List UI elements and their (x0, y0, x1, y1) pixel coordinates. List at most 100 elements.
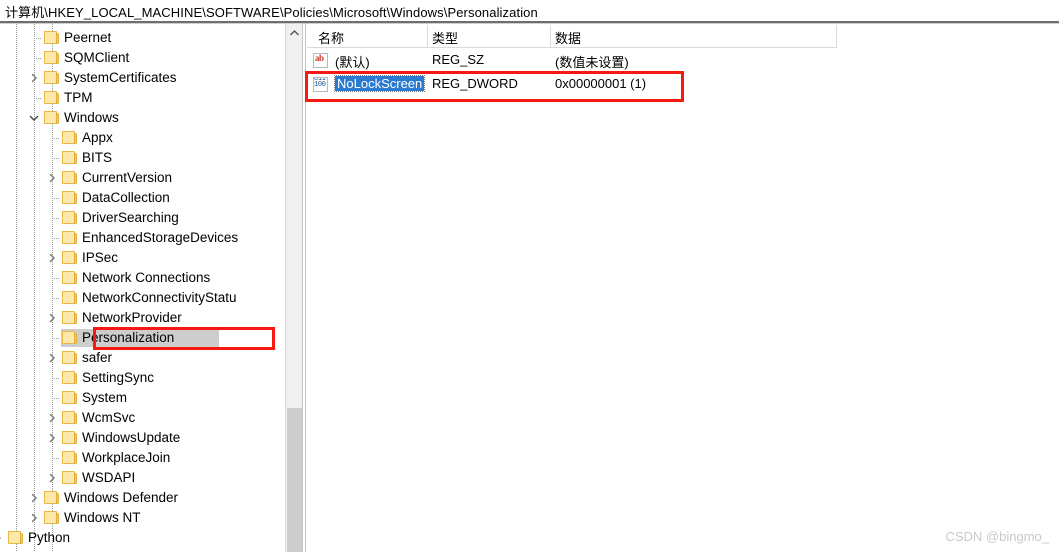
tree-item-label: System (82, 390, 128, 405)
tree-item-windows-defender[interactable]: Windows Defender (0, 488, 284, 508)
column-header-data[interactable]: 数据 (555, 28, 581, 47)
tree-item-python[interactable]: Python (0, 528, 284, 548)
tree-guide-stub (52, 338, 60, 339)
tree-item-system[interactable]: System (0, 388, 284, 408)
address-bar[interactable]: 计算机\HKEY_LOCAL_MACHINE\SOFTWARE\Policies… (0, 0, 1059, 21)
tree-item-label: WorkplaceJoin (82, 450, 171, 465)
tree-item-settingsync[interactable]: SettingSync (0, 368, 284, 388)
value-name[interactable]: (默认) (335, 52, 370, 71)
column-divider[interactable] (427, 25, 428, 47)
folder-icon (62, 291, 77, 304)
chevron-right-icon[interactable] (0, 533, 3, 543)
tree-item-label: Windows NT (64, 510, 141, 525)
tree-item-peernet[interactable]: Peernet (0, 28, 284, 48)
tree-vertical-scrollbar[interactable] (285, 24, 302, 552)
folder-icon (62, 191, 77, 204)
tree-item-sqmclient[interactable]: SQMClient (0, 48, 284, 68)
tree-item-personalization[interactable]: Personalization (0, 328, 284, 348)
tree-item-label: SystemCertificates (64, 70, 177, 85)
tree-item-wcmsvc[interactable]: WcmSvc (0, 408, 284, 428)
folder-icon (44, 51, 59, 64)
tree-guide-stub (52, 398, 60, 399)
tree-item-label: Personalization (82, 330, 175, 345)
registry-key-tree[interactable]: Peernet SQMClient SystemCertificates TPM Win… (0, 24, 284, 552)
tree-item-label: WSDAPI (82, 470, 136, 485)
tree-item-label: SQMClient (64, 50, 130, 65)
string-value-icon-label: ab (315, 53, 324, 63)
string-value-icon: ab (313, 53, 328, 68)
tree-item-label: CurrentVersion (82, 170, 173, 185)
value-row[interactable]: 011 100 NoLockScreen REG_DWORD 0x00000001 (1… (307, 74, 1059, 95)
folder-icon (44, 71, 59, 84)
chevron-right-icon[interactable] (47, 313, 57, 323)
scrollbar-thumb[interactable] (287, 408, 302, 552)
tree-item-windowsupdate[interactable]: WindowsUpdate (0, 428, 284, 448)
tree-item-networkconnectivitystatu[interactable]: NetworkConnectivityStatu (0, 288, 284, 308)
folder-icon (44, 31, 59, 44)
value-name[interactable]: NoLockScreen (333, 75, 426, 92)
folder-icon (62, 131, 77, 144)
tree-item-windows[interactable]: Windows (0, 108, 284, 128)
chevron-right-icon[interactable] (29, 493, 39, 503)
folder-icon (62, 371, 77, 384)
tree-guide-stub (52, 278, 60, 279)
tree-guide-stub (52, 238, 60, 239)
tree-item-label: Windows Defender (64, 490, 179, 505)
tree-item-label: NetworkConnectivityStatu (82, 290, 237, 305)
chevron-right-icon[interactable] (47, 173, 57, 183)
chevron-right-icon[interactable] (47, 413, 57, 423)
tree-guide-stub (52, 298, 60, 299)
value-type: REG_DWORD (432, 76, 518, 91)
tree-guide-stub (52, 158, 60, 159)
tree-item-network-connections[interactable]: Network Connections (0, 268, 284, 288)
tree-item-label: IPSec (82, 250, 119, 265)
tree-item-systemcertificates[interactable]: SystemCertificates (0, 68, 284, 88)
tree-item-currentversion[interactable]: CurrentVersion (0, 168, 284, 188)
values-column-header: 名称 类型 数据 (307, 24, 837, 48)
column-header-type[interactable]: 类型 (432, 28, 458, 47)
folder-icon (44, 491, 59, 504)
tree-item-wsdapi[interactable]: WSDAPI (0, 468, 284, 488)
tree-item-ipsec[interactable]: IPSec (0, 248, 284, 268)
folder-icon (62, 251, 77, 264)
tree-item-datacollection[interactable]: DataCollection (0, 188, 284, 208)
folder-icon (62, 151, 77, 164)
chevron-right-icon[interactable] (47, 473, 57, 483)
tree-guide-stub (34, 98, 42, 99)
column-divider[interactable] (550, 25, 551, 47)
chevron-right-icon[interactable] (29, 513, 39, 523)
tree-item-label: Network Connections (82, 270, 211, 285)
tree-item-label: BITS (82, 150, 113, 165)
tree-item-label: Peernet (64, 30, 112, 45)
tree-item-safer[interactable]: safer (0, 348, 284, 368)
tree-item-networkprovider[interactable]: NetworkProvider (0, 308, 284, 328)
column-divider[interactable] (836, 25, 837, 47)
chevron-right-icon[interactable] (47, 433, 57, 443)
value-data: (数值未设置) (555, 55, 629, 70)
tree-item-enhancedstoragedevices[interactable]: EnhancedStorageDevices (0, 228, 284, 248)
panel-splitter[interactable] (302, 24, 306, 552)
tree-item-label: NetworkProvider (82, 310, 182, 325)
folder-icon (62, 271, 77, 284)
chevron-right-icon[interactable] (47, 353, 57, 363)
tree-item-label: Appx (82, 130, 113, 145)
value-data: 0x00000001 (1) (555, 76, 647, 91)
value-type: REG_SZ (432, 52, 485, 67)
tree-item-bits[interactable]: BITS (0, 148, 284, 168)
tree-item-label: DataCollection (82, 190, 170, 205)
folder-icon (62, 451, 77, 464)
tree-item-label: safer (82, 350, 113, 365)
registry-values-list[interactable]: 名称 类型 数据 ab (默认) REG_SZ (数值未设置) 011 100 NoLockSc… (307, 24, 1059, 552)
tree-item-workplacejoin[interactable]: WorkplaceJoin (0, 448, 284, 468)
value-row[interactable]: ab (默认) REG_SZ (数值未设置) (307, 50, 1059, 71)
tree-item-driversearching[interactable]: DriverSearching (0, 208, 284, 228)
chevron-right-icon[interactable] (29, 73, 39, 83)
scroll-up-arrow-icon[interactable] (286, 24, 302, 41)
tree-item-appx[interactable]: Appx (0, 128, 284, 148)
chevron-right-icon[interactable] (47, 253, 57, 263)
tree-item-windows-nt[interactable]: Windows NT (0, 508, 284, 528)
tree-item-tpm[interactable]: TPM (0, 88, 284, 108)
tree-guide-stub (34, 38, 42, 39)
chevron-down-icon[interactable] (29, 113, 39, 123)
column-header-name[interactable]: 名称 (318, 28, 344, 47)
